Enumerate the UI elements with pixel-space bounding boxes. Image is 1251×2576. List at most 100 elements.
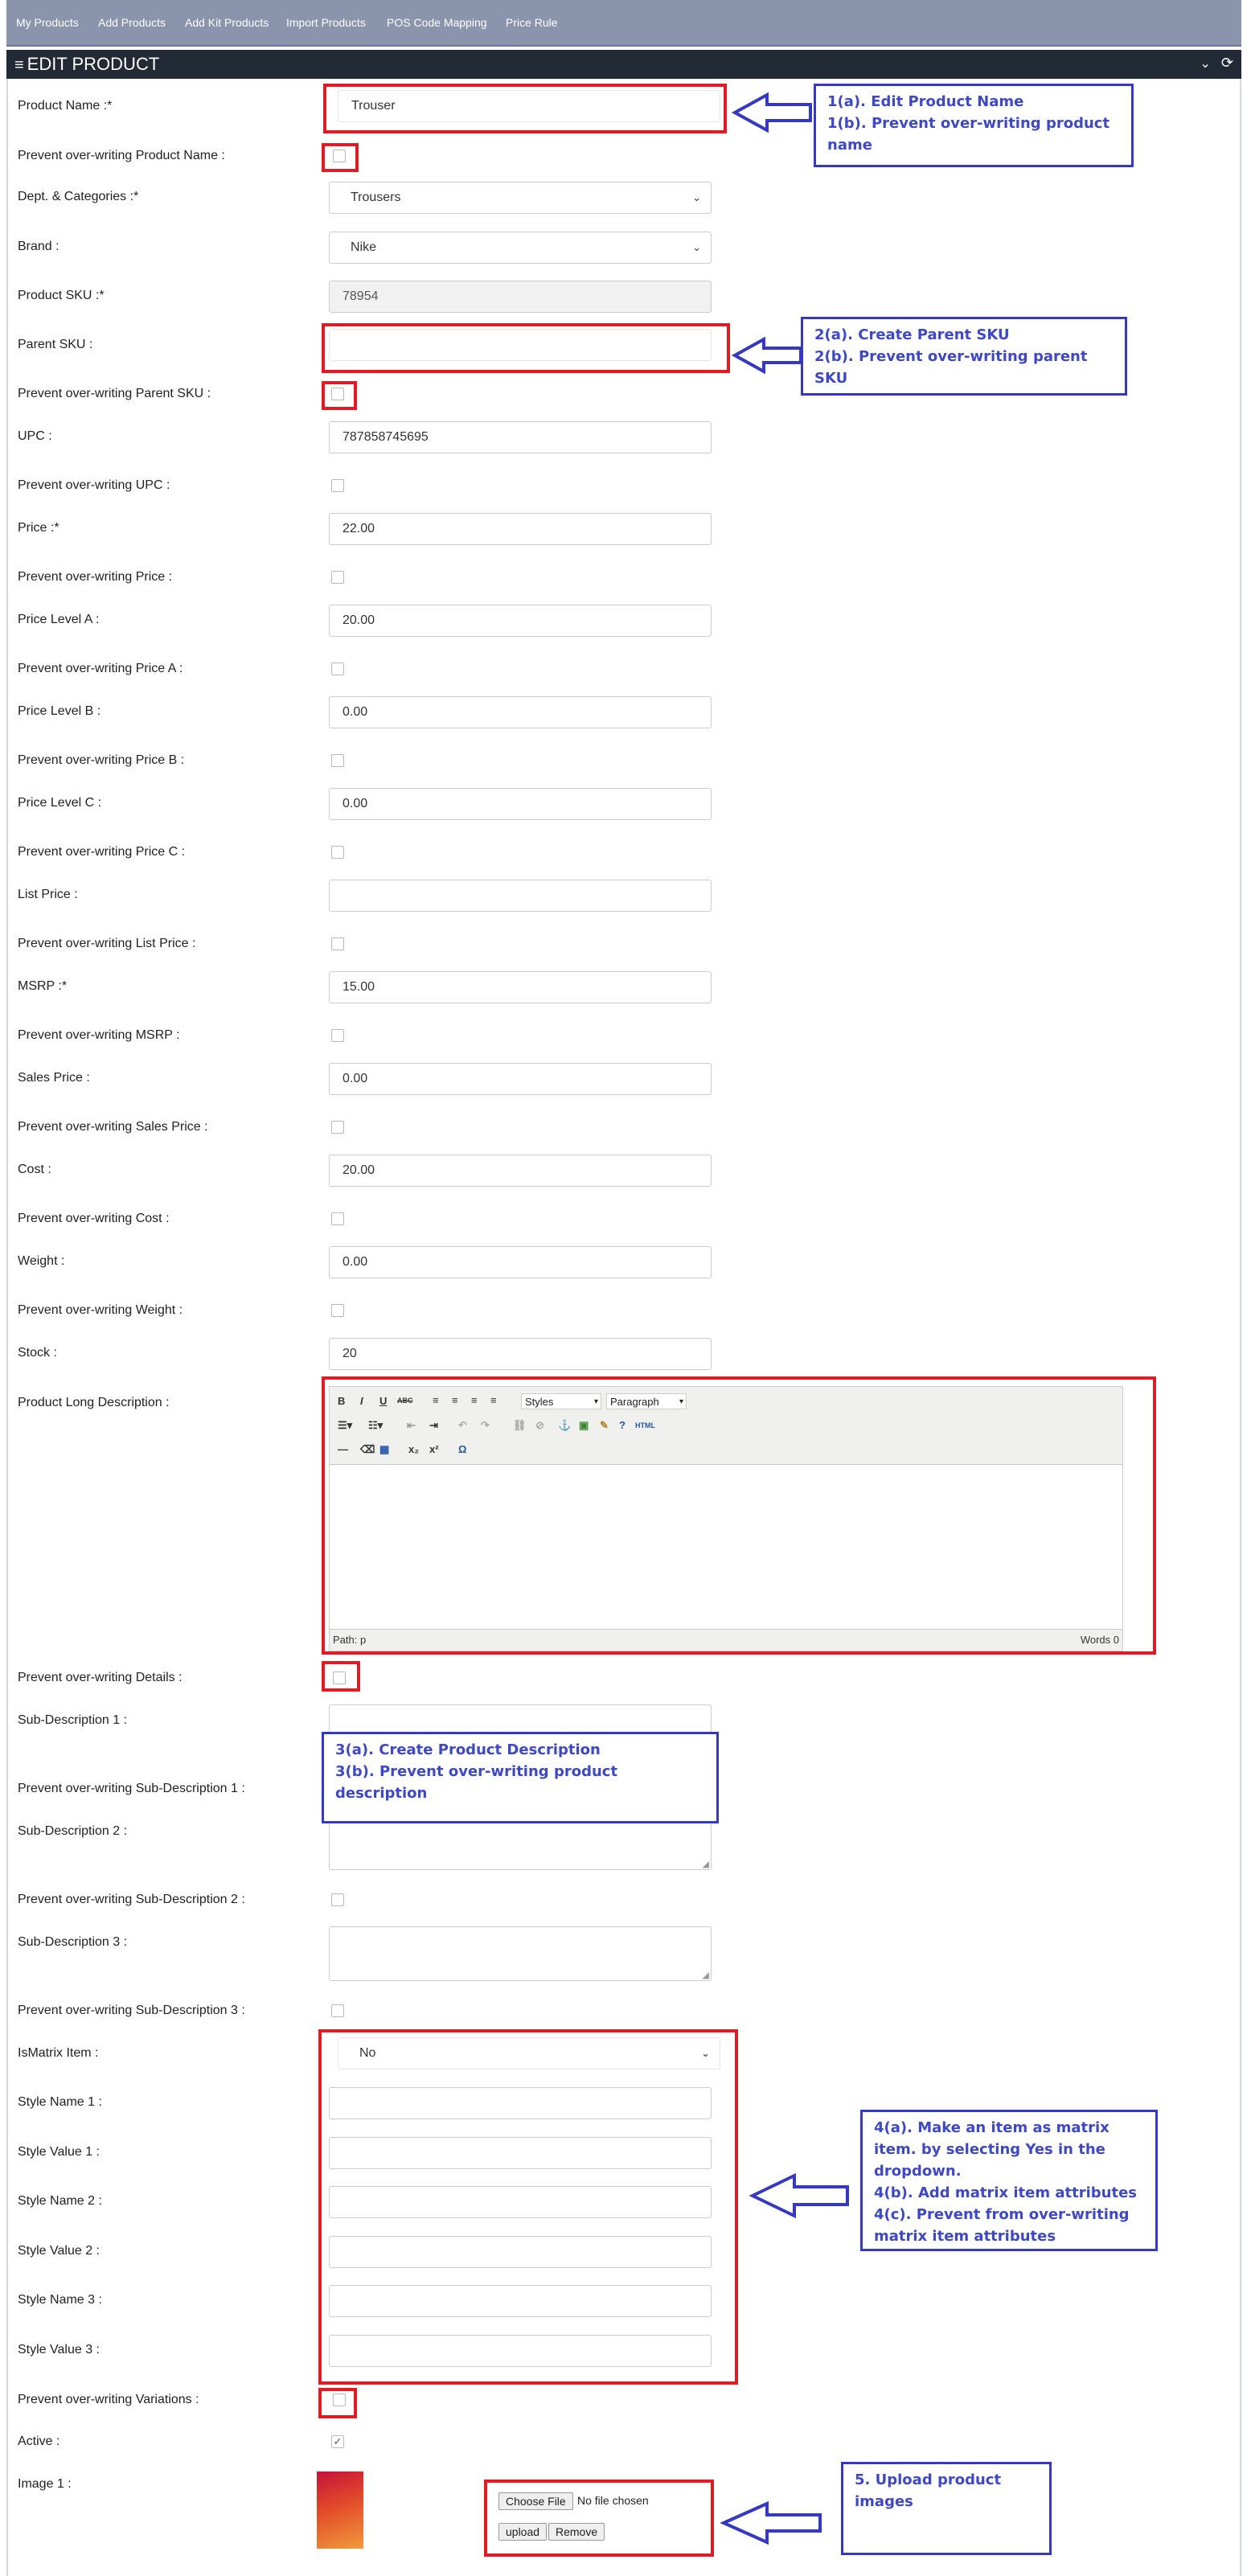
dept-select[interactable]: Trousers ⌄	[329, 182, 712, 214]
resize-grip-icon[interactable]: ◢	[703, 1970, 709, 1980]
sub-desc-3-textarea[interactable]: ◢	[329, 1926, 712, 1981]
msrp-label: MSRP :*	[18, 979, 68, 993]
prevent-list-price-checkbox[interactable]	[331, 937, 344, 950]
prevent-variations-label: Prevent over-writing Variations :	[18, 2393, 199, 2406]
stock-label: Stock :	[18, 1346, 57, 1360]
cost-label: Cost :	[18, 1163, 51, 1176]
annotation-1b: 1(b). Prevent over-writing product name	[827, 115, 1110, 154]
price-c-input[interactable]: 0.00	[329, 788, 712, 820]
stock-input[interactable]: 20	[329, 1338, 712, 1370]
arrow-left-icon	[720, 2500, 822, 2545]
parent-sku-label: Parent SKU :	[18, 338, 93, 351]
nav-add-kit-products[interactable]: Add Kit Products	[185, 16, 269, 29]
prevent-msrp-checkbox[interactable]	[331, 1029, 344, 1042]
prevent-price-a-label: Prevent over-writing Price A :	[18, 662, 183, 675]
annotation-4c: 4(c). Prevent from over-writing matrix i…	[874, 2206, 1130, 2245]
style-value-3-label: Style Value 3 :	[18, 2343, 100, 2357]
prevent-price-b-label: Prevent over-writing Price B :	[18, 753, 185, 767]
annotation-product-name: 1(a). Edit Product Name 1(b). Prevent ov…	[814, 84, 1134, 167]
prevent-msrp-label: Prevent over-writing MSRP :	[18, 1028, 180, 1042]
product-name-label: Product Name :*	[18, 99, 113, 113]
sku-label: Product SKU :*	[18, 289, 105, 302]
prevent-price-c-label: Prevent over-writing Price C :	[18, 845, 186, 859]
style-value-1-label: Style Value 1 :	[18, 2145, 100, 2159]
annotation-2b: 2(b). Prevent over-writing parent SKU	[814, 348, 1088, 387]
menu-icon[interactable]: ≡	[14, 56, 24, 74]
price-a-input[interactable]: 20.00	[329, 605, 712, 637]
cost-input[interactable]: 20.00	[329, 1155, 712, 1187]
image-1-label: Image 1 :	[18, 2477, 72, 2491]
page-title: EDIT PRODUCT	[27, 54, 160, 74]
refresh-icon[interactable]: ⟳	[1221, 55, 1233, 71]
prevent-weight-checkbox[interactable]	[331, 1304, 344, 1317]
annotation-4a: 4(a). Make an item as matrix item. by se…	[874, 2119, 1109, 2180]
annotation-description: 3(a). Create Product Description 3(b). P…	[322, 1732, 719, 1823]
highlight-image-upload	[484, 2480, 714, 2557]
highlight-long-description	[322, 1376, 1156, 1655]
highlight-product-name	[323, 84, 727, 133]
price-c-label: Price Level C :	[18, 796, 102, 810]
prevent-cost-label: Prevent over-writing Cost :	[18, 1212, 170, 1225]
prevent-sub-desc-3-label: Prevent over-writing Sub-Description 3 :	[18, 2004, 245, 2017]
collapse-chevron-icon[interactable]: ⌄	[1200, 57, 1210, 71]
prevent-parent-sku-label: Prevent over-writing Parent SKU :	[18, 387, 211, 400]
nav-price-rule[interactable]: Price Rule	[506, 16, 558, 29]
highlight-prevent-variations	[318, 2388, 357, 2418]
prevent-price-c-checkbox[interactable]	[331, 846, 344, 859]
sub-desc-2-textarea[interactable]: ◢	[329, 1815, 712, 1870]
active-checkbox[interactable]: ✓	[331, 2435, 344, 2448]
annotation-image-upload: 5. Upload product images	[841, 2462, 1052, 2555]
highlight-prevent-product-name	[322, 143, 359, 172]
list-price-label: List Price :	[18, 888, 78, 901]
dept-label: Dept. & Categories :*	[18, 190, 139, 203]
brand-select[interactable]: Nike ⌄	[329, 232, 712, 264]
prevent-sub-desc-3-checkbox[interactable]	[331, 2004, 344, 2017]
sku-input[interactable]: 78954	[329, 281, 712, 313]
prevent-product-name-label: Prevent over-writing Product Name :	[18, 149, 225, 162]
prevent-price-checkbox[interactable]	[331, 571, 344, 584]
list-price-input[interactable]	[329, 880, 712, 912]
weight-input[interactable]: 0.00	[329, 1246, 712, 1278]
arrow-left-icon	[749, 2172, 849, 2219]
prevent-cost-checkbox[interactable]	[331, 1212, 344, 1225]
weight-label: Weight :	[18, 1254, 65, 1268]
price-b-label: Price Level B :	[18, 704, 101, 718]
msrp-input[interactable]: 15.00	[329, 971, 712, 1003]
prevent-upc-label: Prevent over-writing UPC :	[18, 478, 170, 492]
upc-label: UPC :	[18, 429, 52, 443]
top-navigation: My Products Add Products Add Kit Product…	[6, 0, 1241, 47]
prevent-sub-desc-2-checkbox[interactable]	[331, 1893, 344, 1906]
annotation-1a: 1(a). Edit Product Name	[827, 93, 1024, 110]
active-label: Active :	[18, 2434, 60, 2448]
price-label: Price :*	[18, 521, 59, 535]
arrow-left-icon	[732, 92, 812, 133]
prevent-price-label: Prevent over-writing Price :	[18, 570, 173, 584]
price-input[interactable]: 22.00	[329, 513, 712, 545]
nav-add-products[interactable]: Add Products	[98, 16, 166, 29]
prevent-sales-price-checkbox[interactable]	[331, 1121, 344, 1134]
highlight-prevent-details	[322, 1661, 360, 1692]
chevron-down-icon: ⌄	[692, 191, 701, 203]
prevent-list-price-label: Prevent over-writing List Price :	[18, 937, 196, 950]
price-b-input[interactable]: 0.00	[329, 696, 712, 728]
annotation-5: 5. Upload product images	[855, 2471, 1002, 2510]
style-name-3-label: Style Name 3 :	[18, 2293, 102, 2307]
prevent-weight-label: Prevent over-writing Weight :	[18, 1303, 183, 1317]
style-name-1-label: Style Name 1 :	[18, 2095, 102, 2109]
brand-label: Brand :	[18, 240, 59, 253]
upc-input[interactable]: 787858745695	[329, 421, 712, 453]
nav-my-products[interactable]: My Products	[16, 16, 79, 29]
panel-controls: ⌄ ⟳	[1200, 55, 1233, 72]
annotation-matrix: 4(a). Make an item as matrix item. by se…	[860, 2110, 1158, 2251]
price-a-label: Price Level A :	[18, 613, 100, 626]
resize-grip-icon[interactable]: ◢	[703, 1859, 709, 1869]
nav-import-products[interactable]: Import Products	[286, 16, 366, 29]
prevent-price-b-checkbox[interactable]	[331, 754, 344, 767]
sales-price-input[interactable]: 0.00	[329, 1063, 712, 1095]
prevent-sales-price-label: Prevent over-writing Sales Price :	[18, 1120, 208, 1134]
prevent-price-a-checkbox[interactable]	[331, 662, 344, 675]
prevent-details-label: Prevent over-writing Details :	[18, 1671, 183, 1684]
prevent-upc-checkbox[interactable]	[331, 479, 344, 492]
annotation-3b: 3(b). Prevent over-writing product descr…	[335, 1763, 618, 1802]
nav-pos-code-mapping[interactable]: POS Code Mapping	[387, 16, 487, 29]
